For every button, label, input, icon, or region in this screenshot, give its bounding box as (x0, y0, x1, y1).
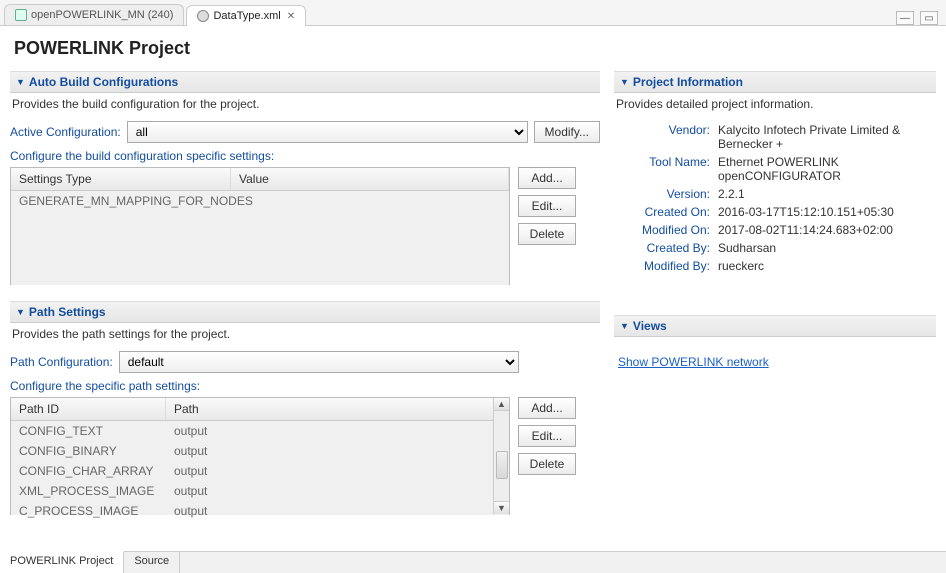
tab-datatype-xml[interactable]: DataType.xml ✕ (186, 5, 306, 26)
gear-icon (197, 10, 209, 22)
bottom-tab-bar: POWERLINK Project Source (0, 551, 946, 573)
section-title: Auto Build Configurations (29, 75, 178, 89)
file-icon (15, 9, 27, 21)
auto-build-desc: Provides the build configuration for the… (10, 93, 600, 121)
modified-on-label: Modified On: (614, 221, 714, 239)
path-id-cell: CONFIG_CHAR_ARRAY (11, 461, 166, 481)
path-value-cell: output (166, 501, 215, 521)
delete-button[interactable]: Delete (518, 223, 576, 245)
table-row[interactable]: CONFIG_BINARY output (11, 441, 493, 461)
chevron-down-icon: ▼ (16, 77, 25, 87)
add-button[interactable]: Add... (518, 397, 576, 419)
path-value-cell: output (166, 421, 215, 441)
created-on-value: 2016-03-17T15:12:10.151+05:30 (714, 203, 936, 221)
col-settings-type: Settings Type (11, 168, 231, 190)
vendor-label: Vendor: (614, 121, 714, 153)
active-configuration-select[interactable]: all (127, 121, 528, 143)
section-path-settings-header[interactable]: ▼ Path Settings (10, 301, 600, 323)
modify-button[interactable]: Modify... (534, 121, 600, 143)
scroll-up-icon[interactable]: ▲ (494, 398, 509, 411)
table-row[interactable]: XML_PROCESS_IMAGE output (11, 481, 493, 501)
col-path: Path (166, 398, 509, 420)
path-id-cell: CONFIG_BINARY (11, 441, 166, 461)
vertical-scrollbar[interactable]: ▲ ▼ (493, 398, 509, 514)
version-value: 2.2.1 (714, 185, 936, 203)
table-row[interactable]: CONFIG_TEXT output (11, 421, 493, 441)
path-settings-desc: Provides the path settings for the proje… (10, 323, 600, 351)
tool-label: Tool Name: (614, 153, 714, 185)
tab-label: openPOWERLINK_MN (240) (31, 9, 173, 21)
edit-button[interactable]: Edit... (518, 425, 576, 447)
editor-tab-bar: openPOWERLINK_MN (240) DataType.xml ✕ — … (0, 0, 946, 26)
table-row[interactable]: GENERATE_MN_MAPPING_FOR_NODES (11, 191, 509, 211)
add-button[interactable]: Add... (518, 167, 576, 189)
path-settings-sub-label: Configure the specific path settings: (10, 379, 600, 393)
show-powerlink-network-link[interactable]: Show POWERLINK network (618, 355, 769, 369)
chevron-down-icon: ▼ (16, 307, 25, 317)
active-configuration-label: Active Configuration: (10, 125, 121, 139)
created-on-label: Created On: (614, 203, 714, 221)
chevron-down-icon: ▼ (620, 77, 629, 87)
auto-build-settings-table[interactable]: Settings Type Value GENERATE_MN_MAPPING_… (10, 167, 510, 285)
edit-button[interactable]: Edit... (518, 195, 576, 217)
section-title: Path Settings (29, 305, 106, 319)
modified-on-value: 2017-08-02T11:14:24.683+02:00 (714, 221, 936, 239)
chevron-down-icon: ▼ (620, 321, 629, 331)
page-title: POWERLINK Project (0, 26, 946, 71)
path-settings-table[interactable]: Path ID Path CONFIG_TEXT output CONFIG_B… (10, 397, 510, 515)
delete-button[interactable]: Delete (518, 453, 576, 475)
modified-by-label: Modified By: (614, 257, 714, 275)
vendor-value: Kalycito Infotech Private Limited & Bern… (714, 121, 936, 153)
path-configuration-select[interactable]: default (119, 351, 519, 373)
section-title: Project Information (633, 75, 743, 89)
section-views-header[interactable]: ▼ Views (614, 315, 936, 337)
editor-window-controls: — ▭ (896, 11, 946, 25)
col-value: Value (231, 168, 509, 190)
section-project-info-header[interactable]: ▼ Project Information (614, 71, 936, 93)
created-by-label: Created By: (614, 239, 714, 257)
path-value-cell: output (166, 461, 215, 481)
path-value-cell: output (166, 481, 215, 501)
path-id-cell: C_PROCESS_IMAGE (11, 501, 166, 521)
section-title: Views (633, 319, 667, 333)
minimize-button[interactable]: — (896, 11, 914, 25)
table-row[interactable]: CONFIG_CHAR_ARRAY output (11, 461, 493, 481)
scroll-thumb[interactable] (496, 451, 508, 479)
path-configuration-label: Path Configuration: (10, 355, 113, 369)
project-info-table: Vendor: Kalycito Infotech Private Limite… (614, 121, 936, 275)
col-path-id: Path ID (11, 398, 166, 420)
path-value-cell: output (166, 441, 215, 461)
bottom-tab-project[interactable]: POWERLINK Project (0, 551, 124, 573)
tool-value: Ethernet POWERLINK openCONFIGURATOR (714, 153, 936, 185)
project-info-desc: Provides detailed project information. (614, 93, 936, 121)
maximize-button[interactable]: ▭ (920, 11, 938, 25)
section-auto-build-header[interactable]: ▼ Auto Build Configurations (10, 71, 600, 93)
version-label: Version: (614, 185, 714, 203)
settings-value-cell (231, 191, 509, 211)
table-row[interactable]: C_PROCESS_IMAGE output (11, 501, 493, 521)
tab-label: DataType.xml (213, 10, 280, 22)
tab-open-powerlink-mn[interactable]: openPOWERLINK_MN (240) (4, 4, 184, 25)
path-id-cell: XML_PROCESS_IMAGE (11, 481, 166, 501)
bottom-tab-source[interactable]: Source (124, 552, 180, 573)
close-icon[interactable]: ✕ (287, 11, 295, 22)
modified-by-value: rueckerc (714, 257, 936, 275)
scroll-down-icon[interactable]: ▼ (494, 501, 509, 514)
settings-type-cell: GENERATE_MN_MAPPING_FOR_NODES (11, 191, 231, 211)
auto-build-sub-label: Configure the build configuration specif… (10, 149, 600, 163)
created-by-value: Sudharsan (714, 239, 936, 257)
path-id-cell: CONFIG_TEXT (11, 421, 166, 441)
